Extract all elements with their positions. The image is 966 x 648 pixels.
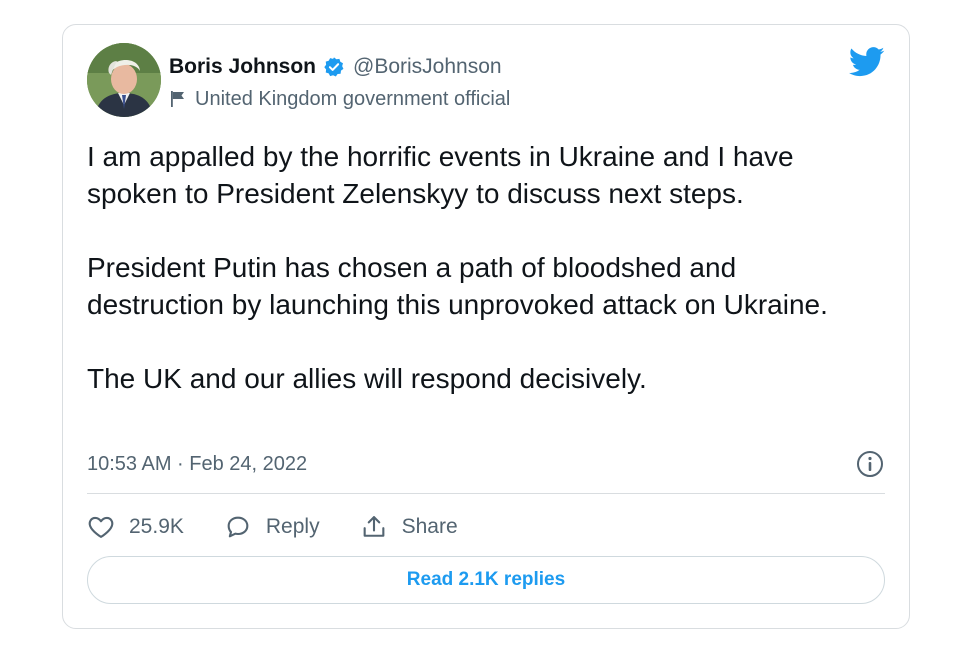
reply-button[interactable]: Reply <box>224 513 320 541</box>
heart-icon <box>88 516 114 538</box>
account-label: United Kingdom government official <box>195 87 511 110</box>
speech-bubble-icon <box>227 516 249 538</box>
tweet-card: Boris Johnson @BorisJohnson United Kingd… <box>62 24 910 629</box>
tweet-actions: 25.9K Reply Share <box>87 509 498 545</box>
verified-badge-icon <box>323 56 345 78</box>
twitter-bird-icon[interactable] <box>848 47 885 77</box>
author-name[interactable]: Boris Johnson <box>169 55 316 79</box>
like-button[interactable]: 25.9K <box>87 513 184 541</box>
tweet-paragraph: I am appalled by the horrific events in … <box>87 141 794 209</box>
tweet-paragraph: President Putin has chosen a path of blo… <box>87 252 828 320</box>
divider <box>87 493 885 494</box>
avatar[interactable] <box>87 43 161 117</box>
tweet-paragraph: The UK and our allies will respond decis… <box>87 363 647 394</box>
info-icon[interactable] <box>855 449 885 479</box>
share-button[interactable]: Share <box>360 513 458 541</box>
flag-icon <box>169 90 187 108</box>
account-label-row: United Kingdom government official <box>169 86 510 112</box>
like-count: 25.9K <box>129 515 184 538</box>
author-row: Boris Johnson @BorisJohnson <box>169 53 502 81</box>
read-replies-button[interactable]: Read 2.1K replies <box>87 556 885 604</box>
share-label: Share <box>401 515 458 538</box>
share-icon <box>363 516 384 537</box>
tweet-meta-row: 10:53 AM · Feb 24, 2022 <box>87 449 885 479</box>
tweet-text: I am appalled by the horrific events in … <box>87 138 877 397</box>
profile-photo-icon <box>87 43 161 117</box>
reply-label: Reply <box>265 515 320 538</box>
tweet-timestamp[interactable]: 10:53 AM · Feb 24, 2022 <box>87 453 307 476</box>
author-handle[interactable]: @BorisJohnson <box>353 55 502 79</box>
